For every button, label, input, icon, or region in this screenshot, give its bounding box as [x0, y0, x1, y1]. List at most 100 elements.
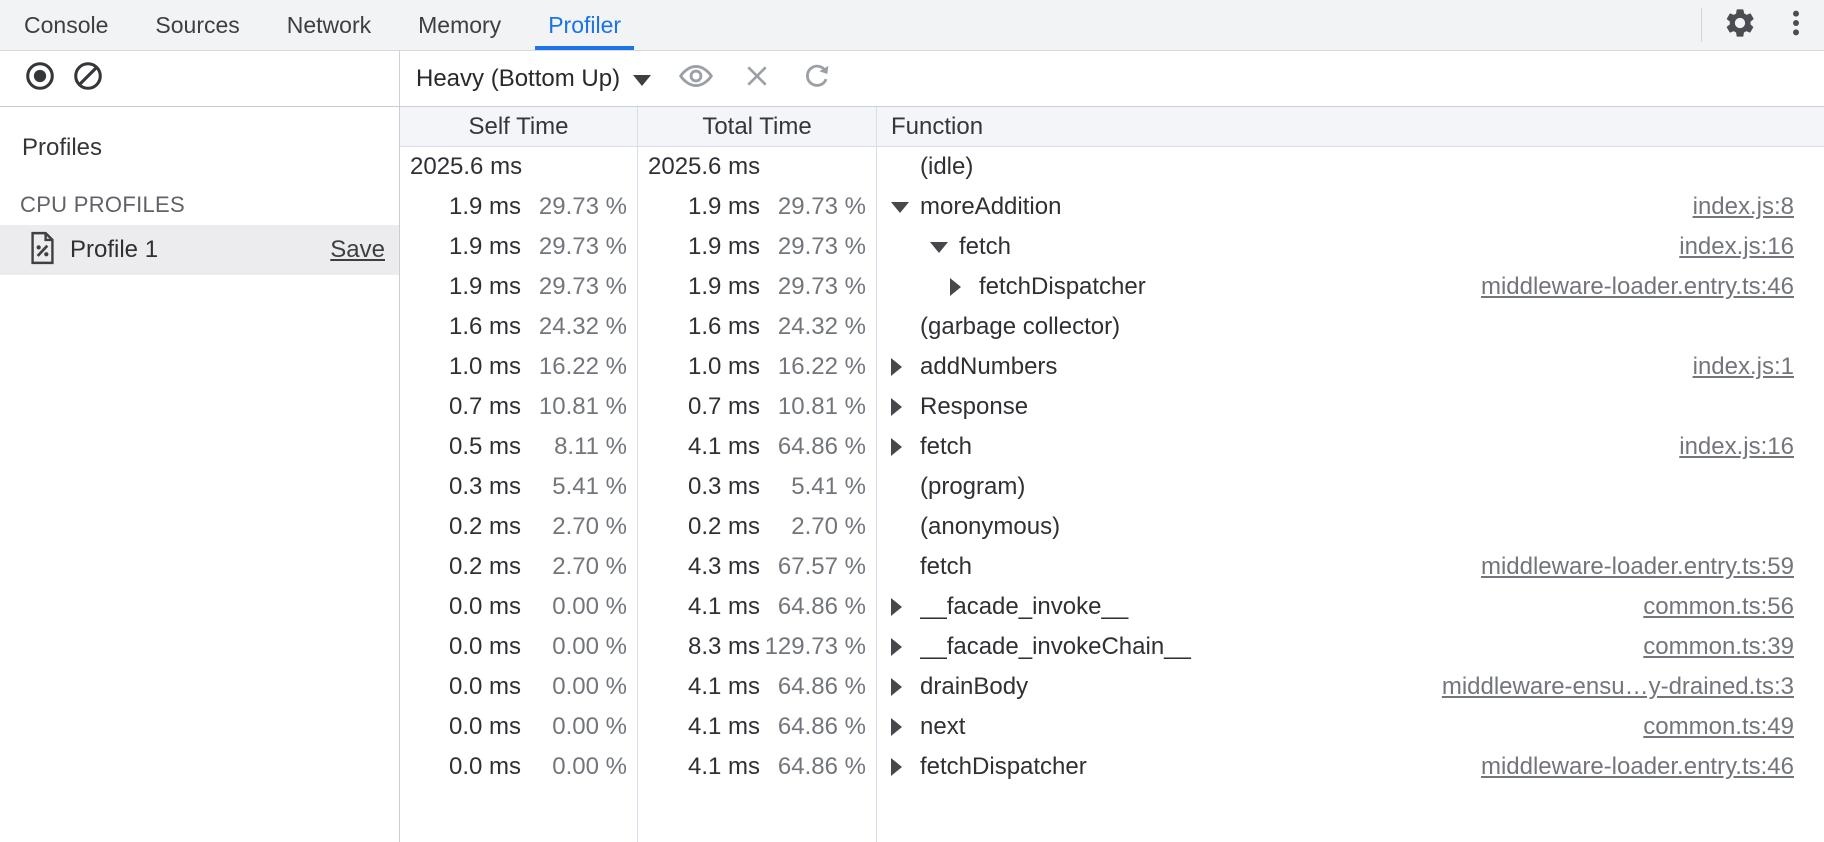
table-row[interactable]: 0.0 ms0.00 %4.1 ms64.86 %__facade_invoke…: [400, 587, 1824, 627]
expand-arrow-icon[interactable]: [891, 358, 920, 376]
table-row[interactable]: 1.0 ms16.22 %1.0 ms16.22 %addNumbersinde…: [400, 347, 1824, 387]
expand-arrow-icon[interactable]: [930, 242, 959, 253]
chevron-down-icon: [633, 75, 651, 86]
expand-arrow-icon[interactable]: [891, 202, 920, 213]
table-row[interactable]: 1.9 ms29.73 %1.9 ms29.73 %moreAdditionin…: [400, 187, 1824, 227]
expand-arrow-icon[interactable]: [891, 398, 920, 416]
settings-button[interactable]: [1712, 0, 1768, 50]
expand-arrow-icon[interactable]: [891, 758, 920, 776]
self-time-value: 0.0 ms: [410, 673, 521, 701]
expand-arrow-icon[interactable]: [891, 638, 920, 656]
table-row[interactable]: 1.9 ms29.73 %1.9 ms29.73 %fetchDispatche…: [400, 267, 1824, 307]
table-row[interactable]: 0.2 ms2.70 %4.3 ms67.57 %fetchmiddleware…: [400, 547, 1824, 587]
source-link[interactable]: middleware-loader.entry.ts:59: [1481, 553, 1794, 581]
function-cell: fetchindex.js:16: [877, 427, 1824, 467]
self-time-cell: 0.7 ms10.81 %: [400, 387, 638, 427]
column-header-self-time[interactable]: Self Time: [400, 107, 638, 146]
refresh-button[interactable]: [800, 59, 834, 98]
cpu-profiles-heading: CPU PROFILES: [0, 162, 399, 218]
self-time-percent: 0.00 %: [521, 593, 627, 621]
total-time-cell: 1.6 ms24.32 %: [638, 307, 877, 347]
tab-memory[interactable]: Memory: [395, 0, 524, 50]
total-time-value: 0.7 ms: [648, 393, 760, 421]
focus-button[interactable]: [678, 58, 714, 99]
function-cell: __facade_invoke__common.ts:56: [877, 587, 1824, 627]
table-row[interactable]: 0.0 ms0.00 %4.1 ms64.86 %drainBodymiddle…: [400, 667, 1824, 707]
total-time-cell: 0.2 ms2.70 %: [638, 507, 877, 547]
view-mode-dropdown[interactable]: Heavy (Bottom Up): [416, 65, 651, 93]
self-time-cell: 0.0 ms0.00 %: [400, 667, 638, 707]
total-time-value: 1.9 ms: [648, 273, 760, 301]
total-time-value: 4.1 ms: [648, 673, 760, 701]
function-cell: drainBodymiddleware-ensu…y-drained.ts:3: [877, 667, 1824, 707]
function-cell: moreAdditionindex.js:8: [877, 187, 1824, 227]
save-profile-link[interactable]: Save: [330, 236, 385, 264]
more-options-button[interactable]: [1768, 0, 1824, 50]
tab-label: Sources: [155, 12, 239, 39]
table-row[interactable]: 0.0 ms0.00 %8.3 ms129.73 %__facade_invok…: [400, 627, 1824, 667]
source-link[interactable]: index.js:1: [1693, 353, 1794, 381]
function-name: fetch: [920, 553, 1481, 581]
source-link[interactable]: index.js:16: [1679, 233, 1794, 261]
self-time-cell: 0.0 ms0.00 %: [400, 587, 638, 627]
triangle-right-icon: [891, 718, 902, 736]
column-header-function[interactable]: Function: [877, 107, 1824, 146]
self-time-cell: 0.5 ms8.11 %: [400, 427, 638, 467]
source-link[interactable]: middleware-loader.entry.ts:46: [1481, 753, 1794, 781]
source-link[interactable]: common.ts:56: [1643, 593, 1794, 621]
clear-button[interactable]: [72, 60, 104, 97]
self-time-percent: 0.00 %: [521, 673, 627, 701]
function-cell: (garbage collector): [877, 307, 1824, 347]
table-row[interactable]: 2025.6 ms2025.6 ms(idle): [400, 147, 1824, 187]
profile-list-item[interactable]: Profile 1 Save: [0, 225, 399, 275]
tab-label: Memory: [418, 12, 501, 39]
self-time-value: 1.6 ms: [410, 313, 521, 341]
tab-sources[interactable]: Sources: [132, 0, 262, 50]
self-time-value: 1.0 ms: [410, 353, 521, 381]
source-link[interactable]: middleware-loader.entry.ts:46: [1481, 273, 1794, 301]
column-header-total-time[interactable]: Total Time: [638, 107, 877, 146]
table-row[interactable]: 0.7 ms10.81 %0.7 ms10.81 %Response: [400, 387, 1824, 427]
table-row[interactable]: 0.3 ms5.41 %0.3 ms5.41 %(program): [400, 467, 1824, 507]
self-time-percent: 24.32 %: [521, 313, 627, 341]
self-time-value: 0.0 ms: [410, 753, 521, 781]
self-time-cell: 0.0 ms0.00 %: [400, 707, 638, 747]
table-row[interactable]: 0.0 ms0.00 %4.1 ms64.86 %fetchDispatcher…: [400, 747, 1824, 787]
source-link[interactable]: common.ts:49: [1643, 713, 1794, 741]
function-cell: addNumbersindex.js:1: [877, 347, 1824, 387]
expand-arrow-icon[interactable]: [891, 678, 920, 696]
filler-self-col: [400, 787, 638, 842]
sidebar-title: Profiles: [0, 107, 399, 162]
triangle-right-icon: [891, 758, 902, 776]
table-row[interactable]: 0.0 ms0.00 %4.1 ms64.86 %nextcommon.ts:4…: [400, 707, 1824, 747]
table-row[interactable]: 0.2 ms2.70 %0.2 ms2.70 %(anonymous): [400, 507, 1824, 547]
tab-profiler[interactable]: Profiler: [525, 0, 644, 50]
table-row[interactable]: 0.5 ms8.11 %4.1 ms64.86 %fetchindex.js:1…: [400, 427, 1824, 467]
table-row[interactable]: 1.6 ms24.32 %1.6 ms24.32 %(garbage colle…: [400, 307, 1824, 347]
tab-label: Console: [24, 12, 108, 39]
expand-arrow-icon[interactable]: [891, 598, 920, 616]
table-row[interactable]: 1.9 ms29.73 %1.9 ms29.73 %fetchindex.js:…: [400, 227, 1824, 267]
self-time-value: 0.2 ms: [410, 513, 521, 541]
function-name: addNumbers: [920, 353, 1693, 381]
self-time-percent: 29.73 %: [521, 193, 627, 221]
record-button[interactable]: [24, 60, 56, 97]
tab-network[interactable]: Network: [264, 0, 394, 50]
expand-arrow-icon[interactable]: [950, 278, 979, 296]
expand-arrow-icon[interactable]: [891, 438, 920, 456]
triangle-right-icon: [950, 278, 961, 296]
source-link[interactable]: index.js:8: [1693, 193, 1794, 221]
exclude-button[interactable]: [741, 60, 773, 97]
source-link[interactable]: middleware-ensu…y-drained.ts:3: [1442, 673, 1794, 701]
source-link[interactable]: index.js:16: [1679, 433, 1794, 461]
profiler-toolbar-left: [0, 51, 400, 106]
total-time-value: 2025.6 ms: [648, 153, 760, 181]
function-name: moreAddition: [920, 193, 1693, 221]
profiler-toolbar: Heavy (Bottom Up): [0, 51, 1824, 107]
source-link[interactable]: common.ts:39: [1643, 633, 1794, 661]
tab-label: Profiler: [548, 12, 621, 39]
tab-console[interactable]: Console: [1, 0, 131, 50]
total-time-cell: 4.1 ms64.86 %: [638, 427, 877, 467]
expand-arrow-icon[interactable]: [891, 718, 920, 736]
self-time-percent: 0.00 %: [521, 713, 627, 741]
